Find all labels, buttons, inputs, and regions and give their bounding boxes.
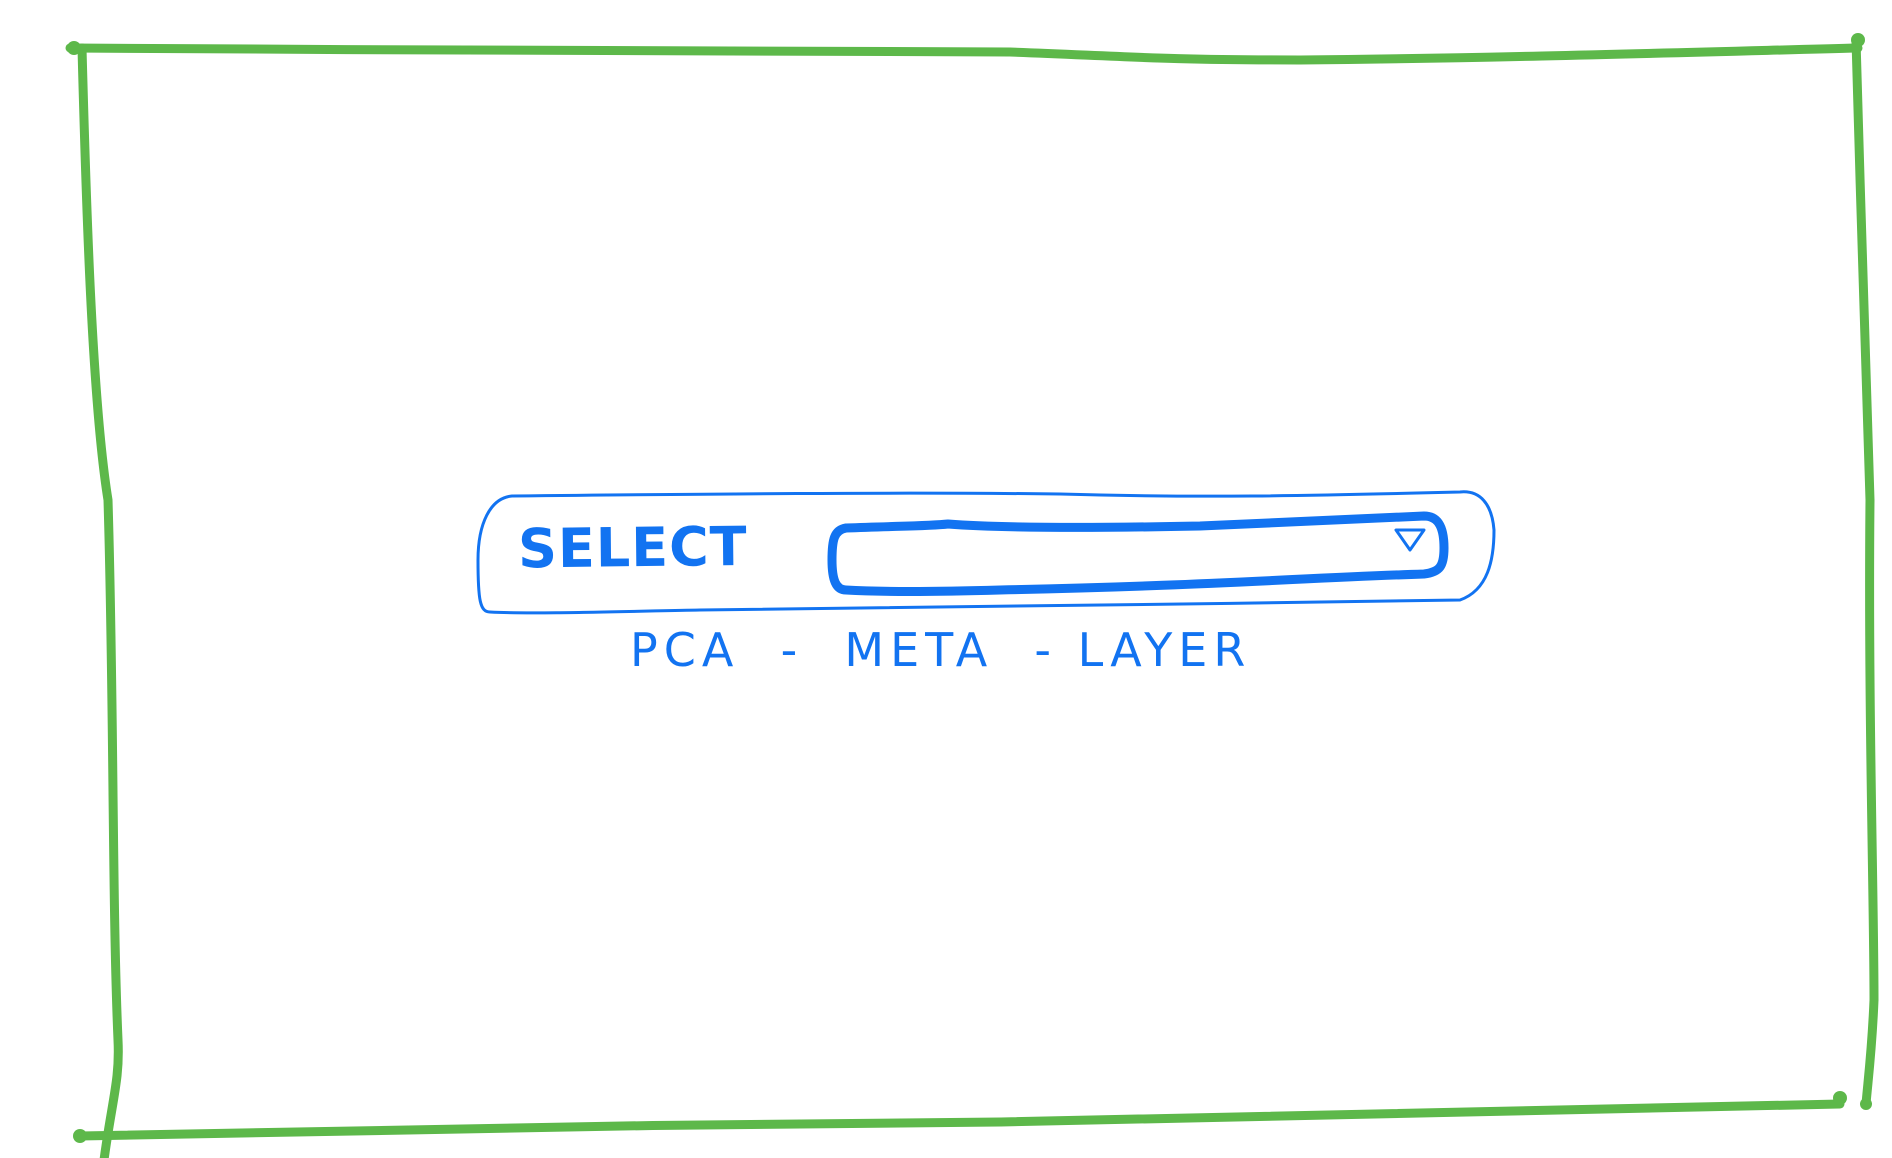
outer-frame	[65, 33, 1879, 1158]
caption-text: PCA - META - LAYER	[630, 623, 1252, 677]
select-dropdown[interactable]	[826, 510, 1434, 594]
select-label: SELECT	[517, 514, 748, 580]
